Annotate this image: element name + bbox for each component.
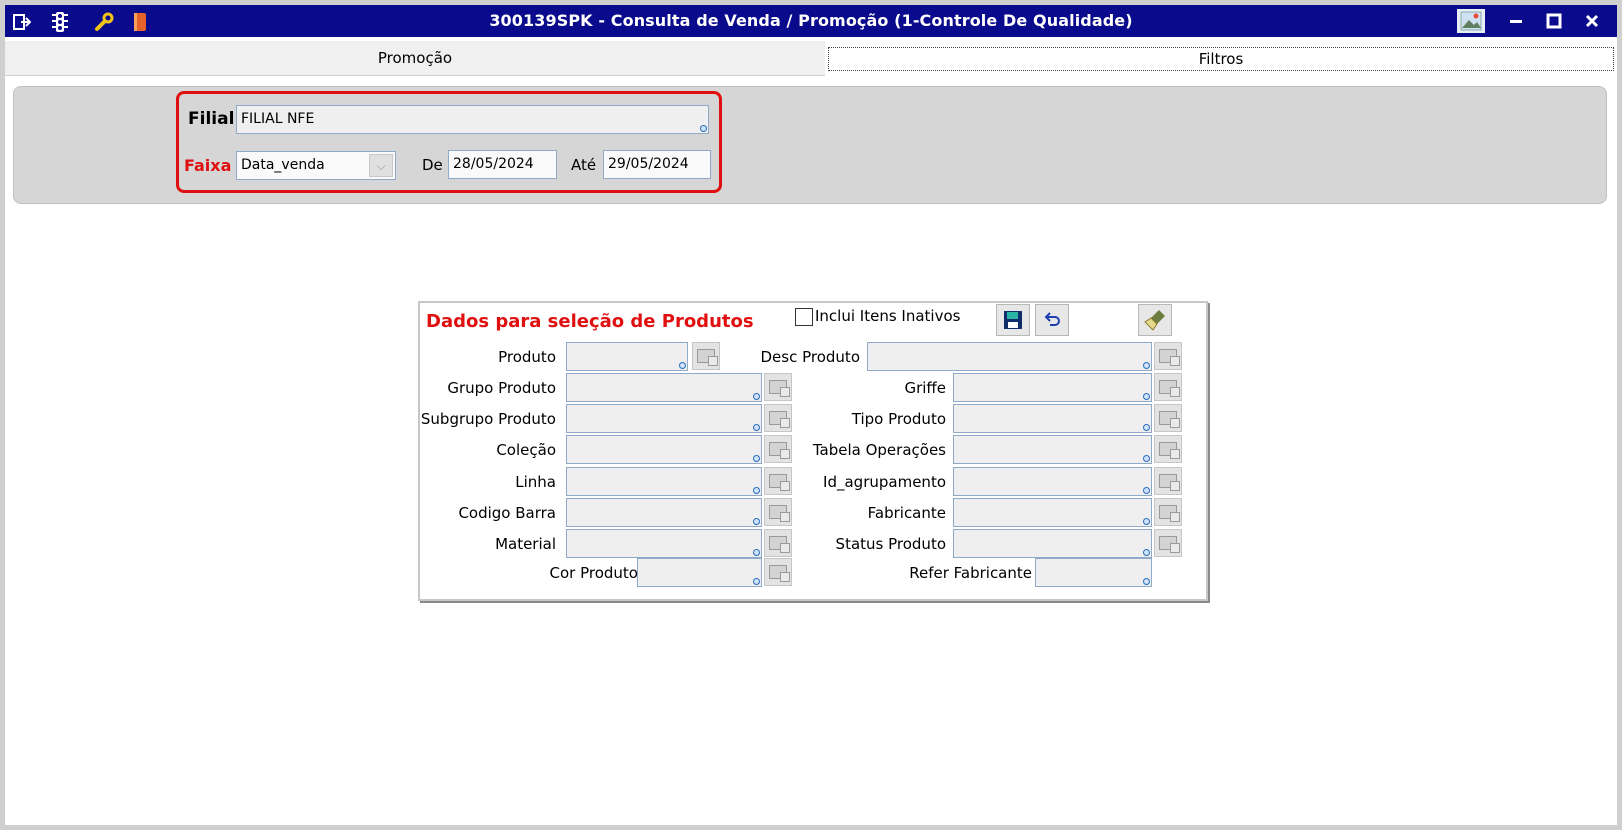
lookup-button[interactable] xyxy=(1154,467,1182,495)
de-date-field[interactable]: 28/05/2024 xyxy=(448,150,557,179)
window-title: 300139SPK - Consulta de Venda / Promoção… xyxy=(489,11,1133,30)
lookup-button[interactable] xyxy=(1154,342,1182,370)
field-label-griffe: Griffe xyxy=(904,379,946,397)
lookup-dot-icon xyxy=(679,362,686,369)
lookup-icon xyxy=(1159,442,1180,459)
codigo-barra-field[interactable] xyxy=(566,498,762,527)
ate-value: 29/05/2024 xyxy=(608,156,689,172)
lookup-button[interactable] xyxy=(1154,404,1182,432)
colecao-field[interactable] xyxy=(566,435,762,464)
lookup-icon xyxy=(769,565,790,582)
field-label-tipo-produto: Tipo Produto xyxy=(851,410,946,428)
clear-button[interactable] xyxy=(1138,304,1172,336)
lookup-dot-icon xyxy=(1143,362,1150,369)
fabricante-field[interactable] xyxy=(953,498,1152,527)
lookup-button[interactable] xyxy=(1154,498,1182,526)
subgrupo-produto-field[interactable] xyxy=(566,404,762,433)
field-label-refer-fabricante: Refer Fabricante xyxy=(909,564,1032,582)
filial-value: FILIAL NFE xyxy=(241,111,315,127)
floppy-icon xyxy=(1004,311,1022,329)
field-label-grupo-produto: Grupo Produto xyxy=(447,379,556,397)
lookup-dot-icon xyxy=(753,578,760,585)
chevron-down-icon[interactable]: ⌵ xyxy=(369,154,393,177)
lookup-icon xyxy=(1159,349,1180,366)
linha-field[interactable] xyxy=(566,467,762,496)
selection-title: Dados para seleção de Produtos xyxy=(426,311,754,332)
lookup-dot-icon xyxy=(1143,455,1150,462)
faixa-select[interactable]: Data_venda ⌵ xyxy=(236,151,396,180)
desc-produto-field[interactable] xyxy=(867,342,1152,371)
undo-button[interactable] xyxy=(1035,304,1069,336)
lookup-icon xyxy=(1159,474,1180,491)
lookup-dot-icon xyxy=(700,125,707,132)
ate-label: Até xyxy=(571,156,597,174)
tabela-operacoes-field[interactable] xyxy=(953,435,1152,464)
field-label-desc-produto: Desc Produto xyxy=(760,348,861,366)
faixa-value: Data_venda xyxy=(241,157,325,173)
title-bar: 300139SPK - Consulta de Venda / Promoção… xyxy=(5,5,1617,37)
minimize-icon[interactable] xyxy=(1502,9,1530,33)
filter-panel: Filial FILIAL NFE Faixa Data_venda ⌵ De … xyxy=(13,86,1607,204)
inactive-items-checkbox[interactable] xyxy=(795,308,813,326)
field-label-produto: Produto xyxy=(498,348,556,366)
ate-date-field[interactable]: 29/05/2024 xyxy=(603,150,711,179)
lookup-dot-icon xyxy=(1143,518,1150,525)
save-button[interactable] xyxy=(996,304,1030,336)
maximize-icon[interactable] xyxy=(1540,9,1568,33)
lookup-dot-icon xyxy=(1143,393,1150,400)
lookup-button[interactable] xyxy=(764,558,792,586)
field-label-codigo-barra: Codigo Barra xyxy=(458,504,556,522)
field-label-subgrupo-produto: Subgrupo Produto xyxy=(420,410,556,428)
griffe-field[interactable] xyxy=(953,373,1152,402)
lookup-icon xyxy=(1159,411,1180,428)
field-label-fabricante: Fabricante xyxy=(867,504,946,522)
produto-field[interactable] xyxy=(566,342,688,371)
field-label-cor-produto: Cor Produto xyxy=(549,564,638,582)
product-selection-panel: Dados para seleção de Produtos Inclui It… xyxy=(418,301,1208,601)
lookup-icon xyxy=(1159,505,1180,522)
picture-icon[interactable] xyxy=(1457,9,1485,33)
undo-icon xyxy=(1044,312,1060,326)
lookup-button[interactable] xyxy=(1154,435,1182,463)
lookup-button[interactable] xyxy=(1154,373,1182,401)
status-produto-field[interactable] xyxy=(953,529,1152,558)
filial-field[interactable]: FILIAL NFE xyxy=(236,105,709,134)
field-label-status-produto: Status Produto xyxy=(835,535,946,553)
de-value: 28/05/2024 xyxy=(453,156,534,172)
tab-filtros[interactable]: Filtros xyxy=(828,47,1614,71)
de-label: De xyxy=(422,156,443,174)
lookup-dot-icon xyxy=(1143,549,1150,556)
field-label-material: Material xyxy=(495,535,556,553)
field-label-id-agrupamento: Id_agrupamento xyxy=(823,473,946,491)
field-label-linha: Linha xyxy=(515,473,556,491)
field-label-tabela-operacoes: Tabela Operações xyxy=(812,441,946,459)
field-label-colecao: Coleção xyxy=(496,441,556,459)
lookup-dot-icon xyxy=(1143,578,1150,585)
lookup-icon xyxy=(697,349,718,366)
tipo-produto-field[interactable] xyxy=(953,404,1152,433)
material-field[interactable] xyxy=(566,529,762,558)
grupo-produto-field[interactable] xyxy=(566,373,762,402)
lookup-button[interactable] xyxy=(692,342,720,370)
id-agrupamento-field[interactable] xyxy=(953,467,1152,496)
lookup-icon xyxy=(1159,380,1180,397)
lookup-icon xyxy=(1159,536,1180,553)
filial-label: Filial xyxy=(188,109,235,129)
inactive-items-label: Inclui Itens Inativos xyxy=(815,307,961,325)
lookup-dot-icon xyxy=(1143,487,1150,494)
refer-fabricante-field[interactable] xyxy=(1035,558,1152,587)
cor-produto-field[interactable] xyxy=(637,558,762,587)
lookup-dot-icon xyxy=(1143,424,1150,431)
brush-icon xyxy=(1144,310,1165,331)
faixa-label: Faixa xyxy=(184,156,232,175)
main-window: 300139SPK - Consulta de Venda / Promoção… xyxy=(0,0,1622,830)
lookup-button[interactable] xyxy=(1154,529,1182,557)
close-icon[interactable] xyxy=(1578,9,1606,33)
tab-promocao[interactable]: Promoção xyxy=(5,41,825,76)
tab-bar: Promoção Filtros xyxy=(5,41,1617,77)
